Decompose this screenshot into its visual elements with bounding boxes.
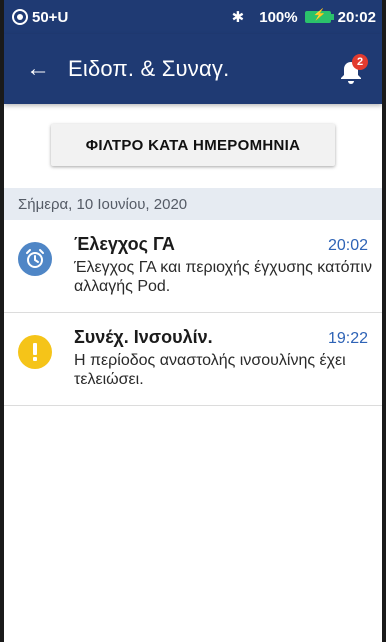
notification-title: Έλεγχος ΓΑ	[74, 234, 175, 254]
notification-title: Συνέχ. Ινσουλίν.	[74, 327, 213, 347]
bluetooth-icon: ✱	[231, 9, 245, 26]
status-bar: 50+U ✱ 100% 20:02	[4, 0, 382, 34]
notification-message: Έλεγχος ΓΑ και περιοχής έγχυσης κατόπιν …	[74, 259, 372, 295]
pod-icon	[12, 9, 28, 25]
notification-item[interactable]: Έλεγχος ΓΑ 20:02 Έλεγχος ΓΑ και περιοχής…	[4, 220, 382, 313]
pod-status-text: 50+U	[32, 8, 69, 26]
app-header: ← Ειδοπ. & Συναγ. 2	[4, 34, 382, 104]
notification-message: Η περίοδος αναστολής ινσουλίνης έχει τελ…	[74, 352, 346, 388]
alarm-clock-icon	[18, 242, 52, 276]
notification-item[interactable]: Συνέχ. Ινσουλίν. 19:22 Η περίοδος αναστο…	[4, 313, 382, 406]
filter-area: ΦΙΛΤΡΟ ΚΑΤΑ ΗΜΕΡΟΜΗΝΙΑ	[4, 104, 382, 188]
battery-charging-icon	[304, 8, 334, 23]
battery-percent: 100%	[259, 8, 298, 26]
notification-count-badge: 2	[352, 54, 368, 70]
notifications-button[interactable]: 2	[334, 52, 368, 86]
filter-by-date-button[interactable]: ΦΙΛΤΡΟ ΚΑΤΑ ΗΜΕΡΟΜΗΝΙΑ	[51, 124, 335, 166]
notification-time: 19:22	[327, 330, 368, 347]
back-arrow-icon[interactable]: ←	[26, 57, 52, 81]
clock-time: 20:02	[337, 8, 376, 26]
app-screen: 50+U ✱ 100% 20:02 ← Ειδοπ. & Συναγ. 2 ΦΙ…	[4, 0, 382, 642]
page-title: Ειδοπ. & Συναγ.	[68, 56, 230, 81]
date-group-header: Σήμερα, 10 Ιουνίου, 2020	[4, 188, 382, 220]
notification-time: 20:02	[327, 237, 368, 254]
exclamation-icon	[18, 335, 52, 369]
